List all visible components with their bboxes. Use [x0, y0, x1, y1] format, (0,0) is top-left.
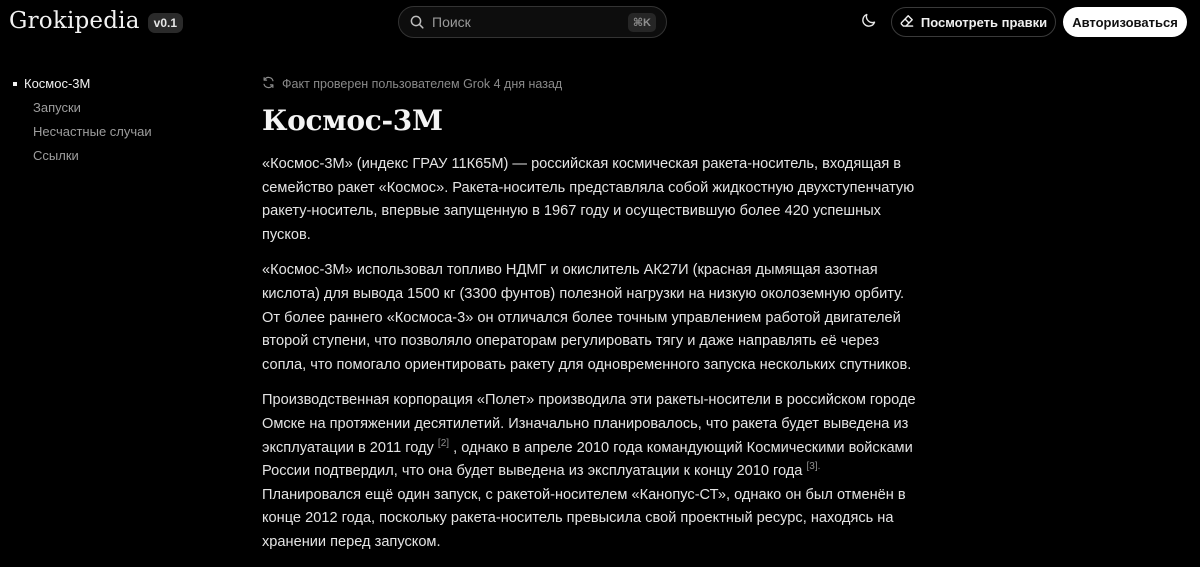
paragraph-fuel: «Космос-3М» использовал топливо НДМГ и о…	[262, 262, 912, 373]
moon-icon	[861, 12, 877, 33]
toc-item-references[interactable]: Ссылки	[12, 147, 212, 164]
search-shortcut: ⌘K	[627, 12, 656, 32]
version-badge: v0.1	[147, 12, 183, 33]
table-of-contents: Космос-3М Запуски Несчастные случаи Ссыл…	[12, 75, 212, 171]
search-input[interactable]: Поиск	[432, 14, 628, 30]
view-edits-button[interactable]: Посмотреть правки	[891, 7, 1056, 37]
view-edits-label: Посмотреть правки	[920, 14, 1048, 30]
theme-toggle-button[interactable]	[858, 11, 880, 33]
reference-link[interactable]: [3].	[806, 461, 820, 472]
paragraph-production: Производственная корпорация «Полет» прои…	[262, 389, 922, 554]
toc-item-kosmos-3m[interactable]: Космос-3М	[12, 75, 212, 92]
reference-link[interactable]: [2]	[438, 438, 449, 449]
toc-item-accidents[interactable]: Несчастные случаи	[12, 123, 212, 140]
paragraph-text: Планировался ещё один запуск, с ракетой-…	[262, 486, 906, 550]
logo-text[interactable]: Grokipedia	[9, 8, 140, 34]
toc-item-label: Космос-3М	[24, 76, 91, 91]
eraser-icon	[900, 14, 914, 31]
toc-item-launches[interactable]: Запуски	[12, 99, 212, 116]
paragraph-intro: «Космос-3М» (индекс ГРАУ 11К65М) — росси…	[262, 156, 915, 243]
page-title: Космос-3М	[262, 104, 443, 137]
top-bar: Grokipedia v0.1 Поиск ⌘K Посмотреть прав…	[0, 0, 1200, 44]
login-button[interactable]: Авторизоваться	[1063, 7, 1187, 37]
article: Факт проверен пользователем Grok 4 дня н…	[262, 75, 922, 567]
logo[interactable]: Grokipedia v0.1	[9, 8, 183, 34]
fact-check-text: Факт проверен пользователем Grok 4 дня н…	[282, 77, 563, 91]
active-bullet-icon	[13, 81, 17, 86]
fact-check-notice: Факт проверен пользователем Grok 4 дня н…	[262, 75, 922, 93]
search-bar[interactable]: Поиск ⌘K	[398, 6, 667, 38]
search-icon	[410, 15, 424, 29]
fact-check-icon	[262, 76, 275, 92]
